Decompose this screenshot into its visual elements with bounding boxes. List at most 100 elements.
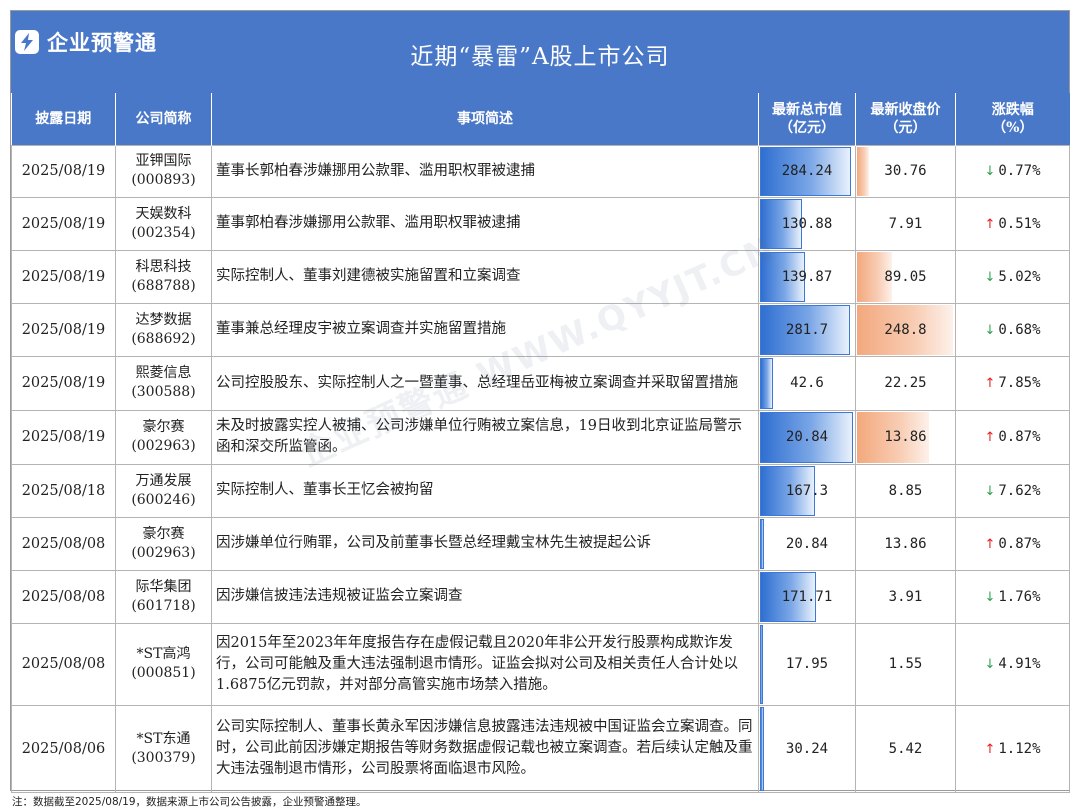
col-header-change: 涨跌幅 （%） [955,93,1070,145]
table-row: 2025/08/08 *ST高鸿 (000851) 因2015年至2023年年度报告存… [11,622,1070,706]
company-name: 科思科技 [135,258,192,275]
col-header-price: 最新收盘价 （元） [855,93,956,145]
market-cap-value: 20.84 [785,429,829,445]
company-name: 达梦数据 [135,311,192,328]
close-price-cell: 3.91 [855,569,956,624]
event-summary: 实际控制人、董事刘建德被实施留置和立案调查 [211,249,759,304]
disclosure-date: 2025/08/18 [11,463,116,518]
company-code: (300588) [131,384,196,400]
arrow-down-icon: ↓ [984,657,996,672]
arrow-down-icon: ↓ [984,269,996,285]
col-header-mcap: 最新总市值 （亿元） [758,93,856,145]
market-cap-bar [760,518,764,569]
close-price-value: 1.55 [888,656,923,672]
company-name: 亚钾国际 [135,153,192,169]
footnote: 注：数据截至2025/08/19，数据来源上市公司公告披露，企业预警通整理。 [12,796,367,808]
close-price-cell: 13.86 [855,516,956,571]
market-cap-cell: 17.95 [758,622,856,706]
market-cap-value: 167.3 [785,482,829,499]
close-price-cell: 1.55 [855,622,956,706]
disclosure-date: 2025/08/08 [11,516,116,571]
disclosure-date: 2025/08/19 [11,144,116,198]
company-code: (000851) [131,665,196,681]
arrow-down-icon: ↓ [984,483,996,499]
market-cap-value: 139.87 [781,268,833,285]
company-name: 际华集团 [135,578,192,595]
market-cap-value: 284.24 [781,163,833,179]
change-cell: ↓ 5.02% [955,249,1070,304]
disclosure-date: 2025/08/19 [11,196,116,251]
change-cell: ↓ 0.68% [955,302,1070,357]
event-summary: 董事兼总经理皮宇被立案调查并实施留置措施 [211,302,759,357]
event-summary: 公司实际控制人、董事长黄永军因涉嫌信息披露违法违规被中国证监会立案调查。同时，公… [211,704,759,793]
disclosure-date: 2025/08/08 [11,622,116,706]
company-cell: 达梦数据 (688692) [115,302,212,357]
event-summary: 实际控制人、董事长王忆会被拘留 [211,463,759,518]
company-code: (000893) [131,172,196,188]
company-code: (688692) [131,330,196,347]
market-cap-value: 42.6 [790,375,824,391]
close-price-cell: 13.86 [855,409,956,465]
company-cell: 际华集团 (601718) [115,569,212,624]
table-row: 2025/08/08 豪尔赛 (002963) 因涉嫌单位行贿罪，公司及前董事长暨总经… [11,516,1070,571]
arrow-up-icon: ↑ [984,741,996,757]
company-name: 天娱数科 [135,205,192,222]
report-header: 企业预警通 近期“暴雷”A股上市公司 [11,11,1069,93]
company-cell: *ST东通 (300379) [115,704,212,793]
change-cell: ↓ 0.77% [955,144,1070,198]
change-value: 0.77% [998,163,1041,179]
table-row: 2025/08/19 达梦数据 (688692) 董事兼总经理皮宇被立案调查并实施留置… [11,302,1070,357]
market-cap-bar [760,706,764,791]
change-value: 7.85% [998,375,1041,391]
company-code: (688788) [131,277,196,294]
market-cap-bar [760,357,773,409]
company-code: (300379) [131,749,196,766]
change-cell: ↑ 7.85% [955,355,1070,411]
event-summary: 因2015年至2023年年度报告存在虚假记载且2020年非公开发行股票构成欺诈发… [211,622,759,706]
market-cap-cell: 284.24 [758,144,856,198]
close-price-value: 5.42 [888,740,923,757]
close-price-value: 89.05 [884,268,927,285]
arrow-down-icon: ↓ [984,164,996,179]
company-table: 披露日期 公司简称 事项简述 最新总市值 （亿元） 最新收盘价 （元） 涨跌幅 … [11,93,1070,793]
market-cap-cell: 139.87 [758,249,856,304]
close-price-bar [857,146,869,196]
close-price-value: 22.25 [884,375,927,391]
close-price-value: 3.91 [888,588,923,605]
arrow-up-icon: ↑ [984,536,996,552]
arrow-up-icon: ↑ [984,216,996,232]
event-summary: 因涉嫌单位行贿罪，公司及前董事长暨总经理戴宝林先生被提起公诉 [211,516,759,571]
change-value: 4.91% [998,656,1041,672]
close-price-value: 7.91 [888,215,923,232]
close-price-cell: 8.85 [855,463,956,518]
market-cap-cell: 20.84 [758,409,856,465]
table-row: 2025/08/19 科思科技 (688788) 实际控制人、董事刘建德被实施留置和立… [11,249,1070,304]
company-code: (002963) [131,544,196,561]
close-price-value: 248.8 [884,321,927,338]
company-cell: *ST高鸿 (000851) [115,622,212,706]
arrow-down-icon: ↓ [984,589,996,605]
table-body: 2025/08/19 亚钾国际 (000893) 董事长郭柏春涉嫌挪用公款罪、滥用职权… [11,144,1070,793]
company-code: (002963) [131,438,196,454]
disclosure-date: 2025/08/06 [11,704,116,793]
table-row: 2025/08/19 豪尔赛 (002963) 未及时披露实控人被捕、公司涉嫌单位行贿… [11,409,1070,465]
market-cap-bar [760,624,763,704]
close-price-cell: 22.25 [855,355,956,411]
event-summary: 因涉嫌信披违法违规被证监会立案调查 [211,569,759,624]
close-price-cell: 248.8 [855,302,956,357]
disclosure-date: 2025/08/08 [11,569,116,624]
company-name: 熙菱信息 [135,365,192,381]
table-row: 2025/08/19 天娱数科 (002354) 董事郭柏春涉嫌挪用公款罪、滥用职权罪… [11,196,1070,251]
change-value: 0.51% [998,215,1041,232]
company-cell: 亚钾国际 (000893) [115,144,212,198]
market-cap-value: 281.7 [785,321,829,338]
company-cell: 熙菱信息 (300588) [115,355,212,411]
change-cell: ↑ 0.51% [955,196,1070,251]
market-cap-cell: 281.7 [758,302,856,357]
company-cell: 科思科技 (688788) [115,249,212,304]
market-cap-value: 130.88 [781,215,833,232]
disclosure-date: 2025/08/19 [11,409,116,465]
table-row: 2025/08/06 *ST东通 (300379) 公司实际控制人、董事长黄永军因涉嫌… [11,704,1070,793]
event-summary: 未及时披露实控人被捕、公司涉嫌单位行贿被立案信息，19日收到北京证监局警示函和深… [211,409,759,465]
company-cell: 万通发展 (600246) [115,463,212,518]
